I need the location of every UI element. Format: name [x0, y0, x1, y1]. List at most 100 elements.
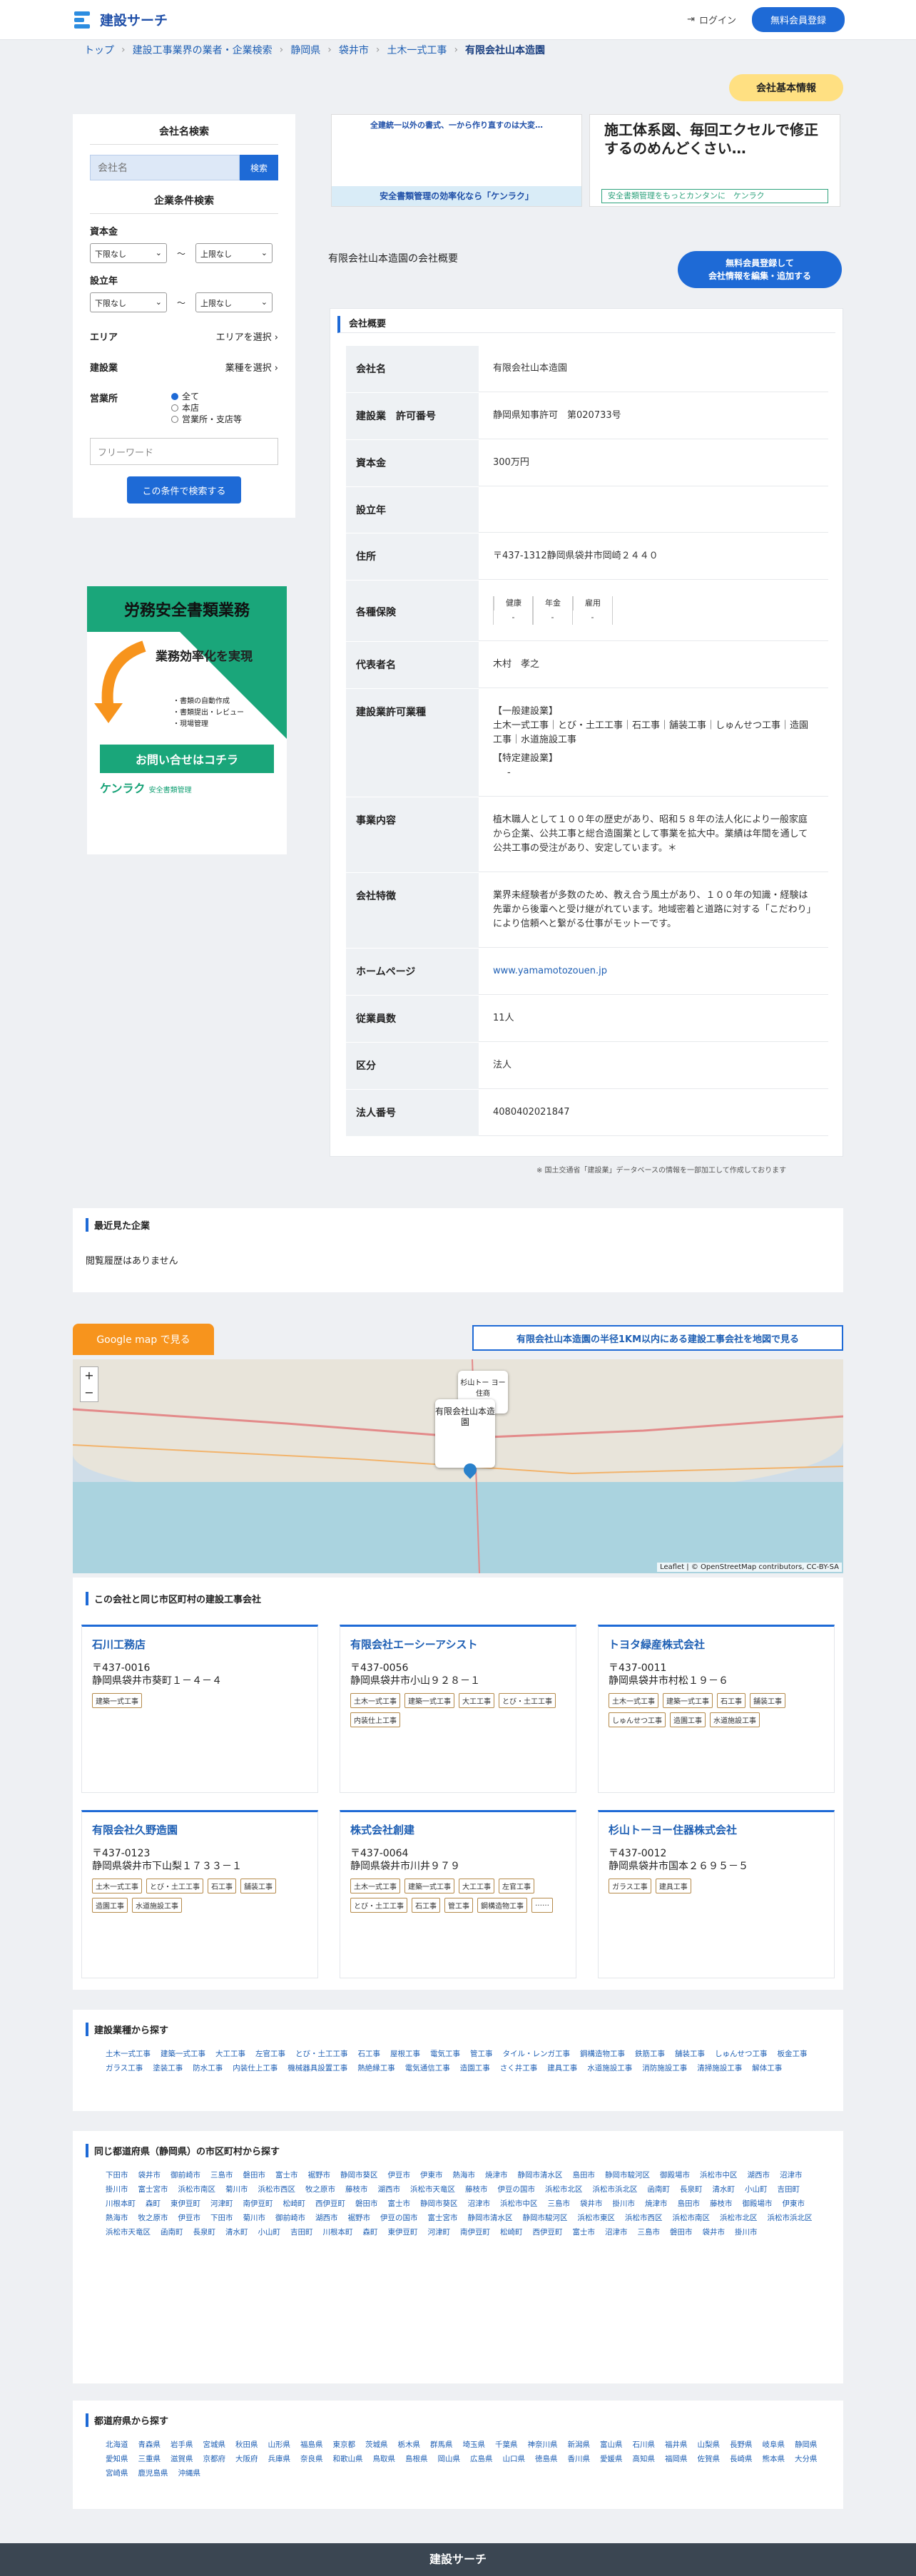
city-link[interactable]: 静岡市葵区 — [340, 2169, 378, 2182]
city-link[interactable]: 牧之原市 — [305, 2183, 335, 2196]
city-link[interactable]: 袋井市 — [580, 2197, 603, 2210]
prefecture-link[interactable]: 宮崎県 — [106, 2467, 128, 2480]
industry-link[interactable]: 造園工事 — [460, 2062, 490, 2075]
city-link[interactable]: 浜松市東区 — [578, 2212, 616, 2224]
industry-link[interactable]: 内装仕上工事 — [233, 2062, 278, 2075]
breadcrumb-item[interactable]: トップ — [84, 43, 114, 57]
city-link[interactable]: 焼津市 — [485, 2169, 508, 2182]
industry-link[interactable]: 石工事 — [358, 2048, 381, 2060]
city-link[interactable]: 湖西市 — [315, 2212, 338, 2224]
city-link[interactable]: 伊東市 — [420, 2169, 443, 2182]
industry-link[interactable]: 清掃施設工事 — [697, 2062, 742, 2075]
prefecture-link[interactable]: 岩手県 — [171, 2438, 193, 2451]
city-link[interactable]: 三島市 — [210, 2169, 233, 2182]
prefecture-link[interactable]: 山口県 — [503, 2453, 526, 2465]
city-link[interactable]: 藤枝市 — [710, 2197, 733, 2210]
city-link[interactable]: 伊豆市 — [178, 2212, 201, 2224]
company-card[interactable]: 有限会社久野造園 〒437-0123 静岡県袋井市下山梨１７３３－１ 土木一式工事 とび… — [81, 1810, 318, 1978]
prefecture-link[interactable]: 福井県 — [665, 2438, 688, 2451]
company-card[interactable]: 杉山トーヨー住器株式会社 〒437-0012 静岡県袋井市国本２６９５－５ ガラス工事… — [598, 1810, 835, 1978]
company-card-name[interactable]: 有限会社エーシーアシスト — [350, 1637, 566, 1652]
city-link[interactable]: 松崎町 — [283, 2197, 306, 2210]
prefecture-link[interactable]: 岡山県 — [438, 2453, 461, 2465]
city-link[interactable]: 松崎町 — [500, 2226, 523, 2239]
office-radio-main[interactable]: 本店 — [171, 402, 278, 414]
industry-link[interactable]: 消防施設工事 — [642, 2062, 687, 2075]
industry-link[interactable]: 電気工事 — [430, 2048, 460, 2060]
prefecture-link[interactable]: 熊本県 — [763, 2453, 785, 2465]
city-link[interactable]: 函南町 — [161, 2226, 183, 2239]
city-link[interactable]: 伊東市 — [783, 2197, 805, 2210]
prefecture-link[interactable]: 沖縄県 — [178, 2467, 201, 2480]
nearby-map-link[interactable]: 有限会社山本造園の半径1KM以内にある建設工事会社を地図で見る — [472, 1325, 843, 1351]
industry-link[interactable]: さく井工事 — [500, 2062, 538, 2075]
prefecture-link[interactable]: 長野県 — [730, 2438, 753, 2451]
area-select[interactable]: エリアを選択 › — [216, 329, 278, 343]
prefecture-link[interactable]: 新潟県 — [568, 2438, 591, 2451]
city-link[interactable]: 富士宮市 — [428, 2212, 458, 2224]
prefecture-link[interactable]: 愛媛県 — [600, 2453, 623, 2465]
company-card-name[interactable]: 株式会社創建 — [350, 1822, 566, 1837]
city-link[interactable]: 小山町 — [745, 2183, 768, 2196]
city-link[interactable]: 島田市 — [573, 2169, 596, 2182]
homepage-link[interactable]: www.yamamotozouen.jp — [493, 966, 607, 976]
city-link[interactable]: 浜松市南区 — [673, 2212, 711, 2224]
city-link[interactable]: 掛川市 — [106, 2183, 128, 2196]
city-link[interactable]: 御前崎市 — [275, 2212, 305, 2224]
prefecture-link[interactable]: 静岡県 — [795, 2438, 818, 2451]
city-link[interactable]: 浜松市天竜区 — [410, 2183, 455, 2196]
prefecture-link[interactable]: 佐賀県 — [698, 2453, 721, 2465]
city-link[interactable]: 南伊豆町 — [243, 2197, 273, 2210]
prefecture-link[interactable]: 滋賀県 — [171, 2453, 193, 2465]
office-radio-branch[interactable]: 営業所・支店等 — [171, 414, 278, 425]
prefecture-link[interactable]: 千葉県 — [495, 2438, 518, 2451]
capital-max-select[interactable]: 上限なし ⌄ — [195, 243, 273, 263]
industry-link[interactable]: 管工事 — [470, 2048, 493, 2060]
map-popup[interactable]: 有限会社山本造園 — [435, 1399, 495, 1468]
prefecture-link[interactable]: 栃木県 — [398, 2438, 421, 2451]
industry-link[interactable]: ガラス工事 — [106, 2062, 143, 2075]
city-link[interactable]: 御殿場市 — [743, 2197, 773, 2210]
kenraku-side-ad[interactable]: 労務安全書類業務 業務効率化を実現 ・書類の自動作成 ・書類提出・レビュー ・現場管… — [87, 586, 287, 854]
city-link[interactable]: 三島市 — [548, 2197, 571, 2210]
industry-link[interactable]: 左官工事 — [255, 2048, 285, 2060]
industry-link[interactable]: 機械器具設置工事 — [287, 2062, 347, 2075]
city-link[interactable]: 島田市 — [678, 2197, 701, 2210]
city-link[interactable]: 掛川市 — [613, 2197, 636, 2210]
prefecture-link[interactable]: 徳島県 — [535, 2453, 558, 2465]
industry-link[interactable]: 屋根工事 — [390, 2048, 420, 2060]
breadcrumb-item[interactable]: 土木一式工事 — [387, 43, 447, 57]
prefecture-link[interactable]: 山形県 — [268, 2438, 291, 2451]
city-link[interactable]: 清水町 — [713, 2183, 736, 2196]
banner-ad-1[interactable]: 全建統一以外の書式、一から作り直すのは大変… 安全書類管理の効率化なら「ケンラク」 — [331, 114, 582, 207]
company-card-name[interactable]: トヨタ緑産株式会社 — [609, 1637, 824, 1652]
company-card[interactable]: 有限会社エーシーアシスト 〒437-0056 静岡県袋井市小山９２８－１ 土木一式工事… — [340, 1625, 576, 1793]
ad-contact-button[interactable]: お問い合せはコチラ — [100, 745, 274, 773]
edit-company-button[interactable]: 無料会員登録して 会社情報を編集・追加する — [678, 251, 842, 288]
prefecture-link[interactable]: 愛知県 — [106, 2453, 128, 2465]
prefecture-link[interactable]: 島根県 — [405, 2453, 428, 2465]
city-link[interactable]: 浜松市西区 — [258, 2183, 296, 2196]
capital-min-select[interactable]: 下限なし ⌄ — [90, 243, 167, 263]
city-link[interactable]: 熱海市 — [453, 2169, 476, 2182]
city-link[interactable]: 掛川市 — [735, 2226, 758, 2239]
city-link[interactable]: 森町 — [363, 2226, 378, 2239]
industry-link[interactable]: 解体工事 — [752, 2062, 782, 2075]
city-link[interactable]: 西伊豆町 — [533, 2226, 563, 2239]
prefecture-link[interactable]: 宮城県 — [203, 2438, 226, 2451]
city-link[interactable]: 下田市 — [106, 2169, 128, 2182]
company-card[interactable]: 石川工務店 〒437-0016 静岡県袋井市葵町１－４－４ 建築一式工事 — [81, 1625, 318, 1793]
prefecture-link[interactable]: 大阪府 — [235, 2453, 258, 2465]
city-link[interactable]: 浜松市北区 — [720, 2212, 758, 2224]
company-card[interactable]: トヨタ緑産株式会社 〒437-0011 静岡県袋井市村松１９－６ 土木一式工事 建築一式… — [598, 1625, 835, 1793]
prefecture-link[interactable]: 東京都 — [333, 2438, 356, 2451]
industry-link[interactable]: 水道施設工事 — [587, 2062, 632, 2075]
breadcrumb-item[interactable]: 袋井市 — [339, 43, 369, 57]
industry-link[interactable]: しゅんせつ工事 — [715, 2048, 768, 2060]
prefecture-link[interactable]: 鹿児島県 — [138, 2467, 168, 2480]
prefecture-link[interactable]: 大分県 — [795, 2453, 818, 2465]
city-link[interactable]: 長泉町 — [680, 2183, 703, 2196]
city-link[interactable]: 川根本町 — [323, 2226, 353, 2239]
city-link[interactable]: 浜松市浜北区 — [593, 2183, 638, 2196]
prefecture-link[interactable]: 香川県 — [568, 2453, 591, 2465]
